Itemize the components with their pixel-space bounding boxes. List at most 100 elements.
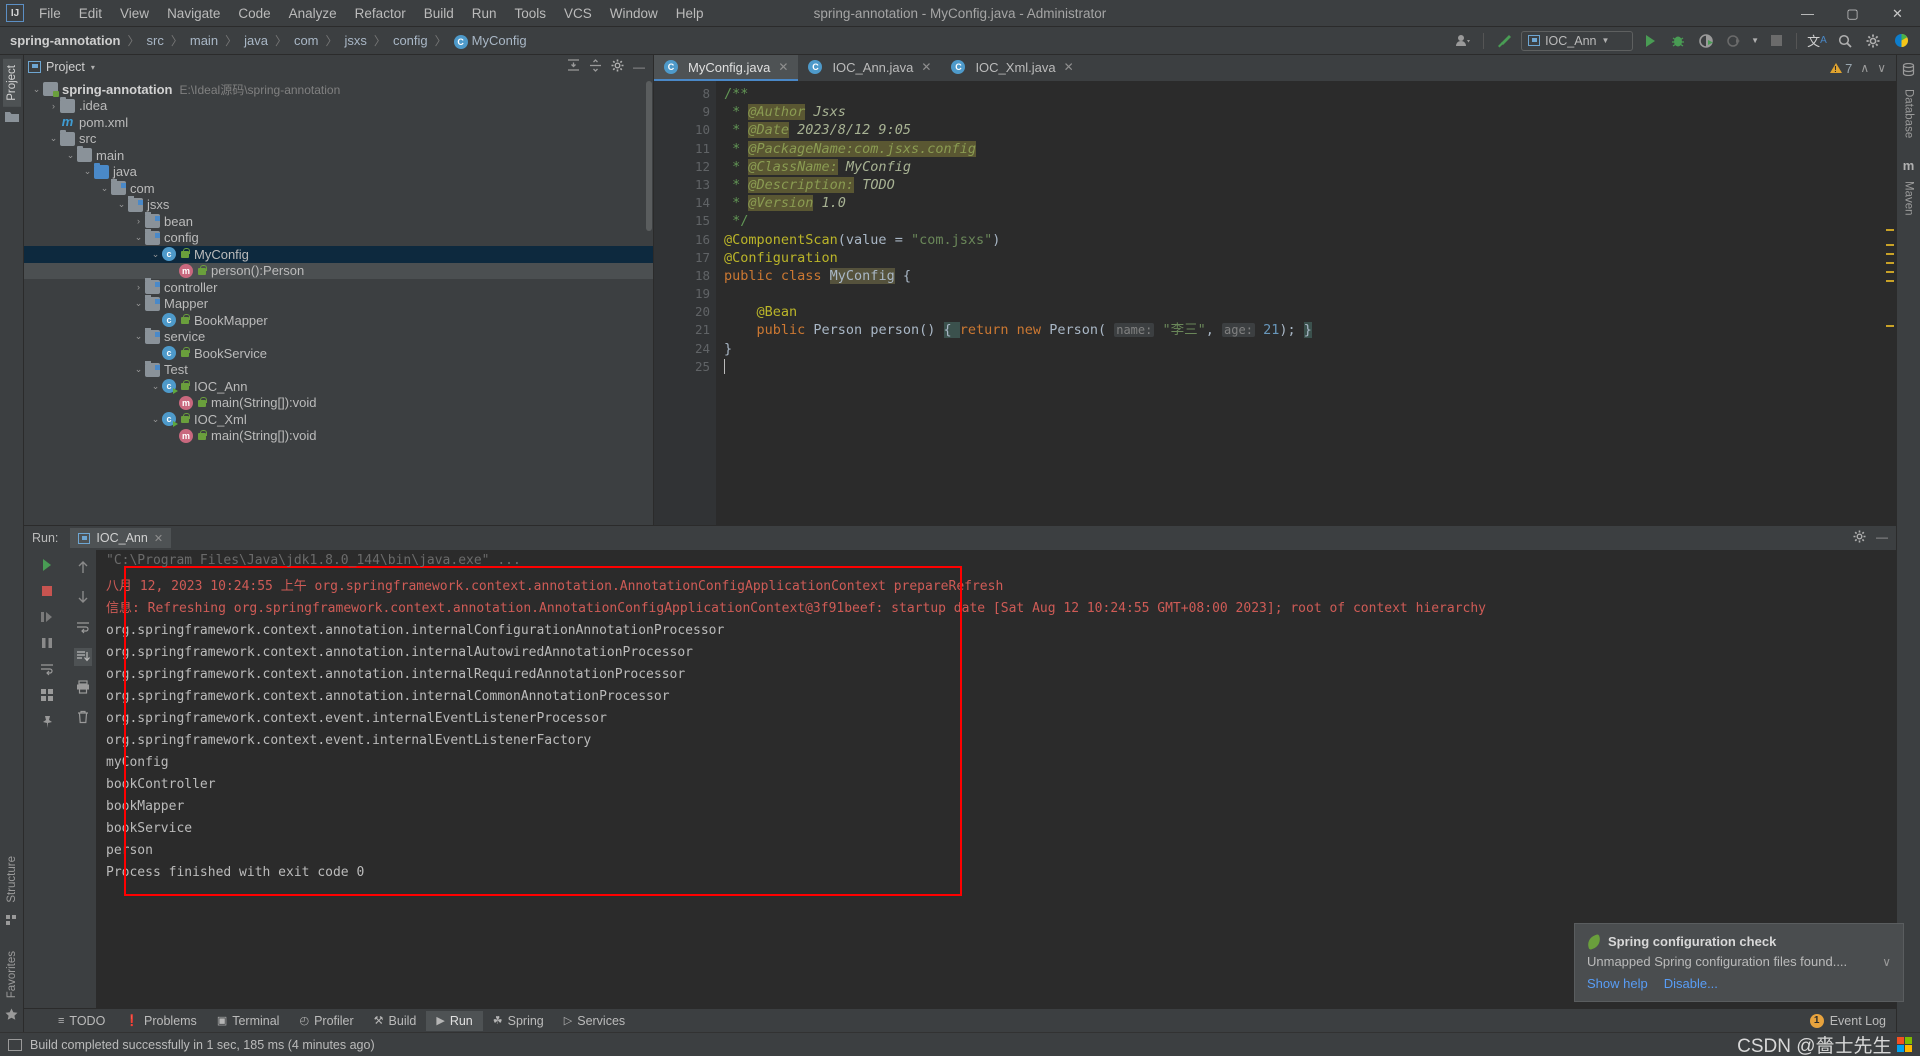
error-stripe-marker[interactable]	[1886, 271, 1894, 273]
hide-panel-icon[interactable]: —	[633, 60, 645, 74]
notification-popup[interactable]: Spring configuration check Unmapped Spri…	[1574, 923, 1904, 1002]
maximize-button[interactable]: ▢	[1830, 0, 1875, 27]
sidebar-item-database[interactable]: Database	[1900, 83, 1918, 144]
event-log-button[interactable]: Event Log	[1830, 1014, 1886, 1028]
collapse-all-icon[interactable]	[589, 59, 602, 75]
close-icon[interactable]: ✕	[1064, 60, 1074, 74]
chevron-down-icon[interactable]: ⌄	[64, 150, 77, 161]
resume-icon[interactable]	[38, 608, 56, 626]
user-settings-icon[interactable]	[1452, 30, 1474, 52]
breadcrumb-item-jsxs[interactable]: jsxs	[343, 33, 369, 48]
tree-node-config[interactable]: ⌄ config	[24, 228, 653, 247]
minimize-button[interactable]: —	[1785, 0, 1830, 27]
tree-node-main-string-void[interactable]: m main(String[]):void	[24, 395, 653, 412]
tree-node-main[interactable]: ⌄ main	[24, 146, 653, 164]
run-tab-ioc-ann[interactable]: IOC_Ann ✕	[70, 528, 172, 548]
tree-node-ioc-ann[interactable]: ⌄ c IOC_Ann	[24, 378, 653, 395]
breadcrumb-item-com[interactable]: com	[292, 33, 321, 48]
chevron-down-icon[interactable]: ⌄	[115, 199, 128, 210]
chevron-down-icon[interactable]: ⌄	[132, 364, 145, 375]
build-hammer-icon[interactable]	[1493, 30, 1515, 52]
translate-icon[interactable]: 文A	[1806, 30, 1828, 52]
tool-window-spring[interactable]: ☘ Spring	[483, 1011, 554, 1031]
menu-item-run[interactable]: Run	[463, 2, 506, 25]
code-editor[interactable]: 8 9 10 11 12 13 14 15 16 17 18 19 20 21 24 25 /** * @Au…	[654, 81, 1896, 525]
project-tree-scrollbar[interactable]	[646, 81, 652, 231]
prev-problem-icon[interactable]: ∧	[1860, 61, 1869, 75]
scroll-to-end-icon[interactable]	[74, 648, 92, 666]
chevron-down-icon[interactable]: ⌄	[81, 166, 94, 177]
stop-icon[interactable]	[38, 582, 56, 600]
scroll-up-icon[interactable]	[74, 558, 92, 576]
soft-wrap-toggle-icon[interactable]	[74, 618, 92, 636]
menu-item-analyze[interactable]: Analyze	[280, 2, 346, 25]
tool-window-build[interactable]: ⚒ Build	[364, 1011, 427, 1031]
tool-window-services[interactable]: ▷ Services	[554, 1011, 635, 1031]
tree-node-com[interactable]: ⌄ com	[24, 179, 653, 197]
project-tree[interactable]: ⌄ spring-annotation E:\Ideal源码\spring-anno…	[24, 79, 653, 525]
error-stripe-marker[interactable]	[1886, 280, 1894, 282]
search-everywhere-icon[interactable]	[1834, 30, 1856, 52]
rerun-icon[interactable]	[38, 556, 56, 574]
chevron-down-icon[interactable]: ⌄	[149, 414, 162, 425]
expand-all-icon[interactable]	[567, 59, 580, 75]
tree-node-bean[interactable]: › bean	[24, 212, 653, 230]
ide-feature-icon[interactable]	[1890, 30, 1912, 52]
menu-item-refactor[interactable]: Refactor	[346, 2, 415, 25]
run-icon[interactable]	[1639, 30, 1661, 52]
trash-icon[interactable]	[74, 708, 92, 726]
menu-item-tools[interactable]: Tools	[506, 2, 556, 25]
sidebar-item-maven[interactable]: Maven	[1900, 175, 1918, 222]
run-coverage-icon[interactable]	[1695, 30, 1717, 52]
code-text[interactable]: /** * @Author Jsxs * @Date 2023/8/12 9:0…	[716, 81, 1884, 525]
sidebar-item-project[interactable]: Project	[2, 59, 21, 107]
chevron-right-icon[interactable]: ›	[132, 216, 145, 226]
error-stripe-marker[interactable]	[1886, 244, 1894, 246]
menu-item-vcs[interactable]: VCS	[555, 2, 601, 25]
chevron-right-icon[interactable]: ›	[132, 282, 145, 292]
menu-item-help[interactable]: Help	[667, 2, 713, 25]
chevron-down-icon[interactable]: ⌄	[98, 183, 111, 194]
tree-node-ioc-xml[interactable]: ⌄ c IOC_Xml	[24, 411, 653, 428]
chevron-down-icon[interactable]: ⌄	[149, 249, 162, 260]
menu-item-navigate[interactable]: Navigate	[158, 2, 229, 25]
tree-node-person-person[interactable]: m person():Person	[24, 262, 653, 279]
menu-item-build[interactable]: Build	[415, 2, 463, 25]
breadcrumb-item-java[interactable]: java	[242, 33, 270, 48]
close-icon[interactable]: ✕	[921, 60, 931, 74]
scroll-down-icon[interactable]	[74, 588, 92, 606]
profile-icon[interactable]	[1723, 30, 1745, 52]
chevron-down-icon[interactable]: ⌄	[132, 331, 145, 342]
close-button[interactable]: ✕	[1875, 0, 1920, 27]
tree-node-bookmapper[interactable]: c BookMapper	[24, 312, 653, 329]
menu-item-window[interactable]: Window	[601, 2, 667, 25]
grid-icon[interactable]	[38, 686, 56, 704]
editor-tab-ioc-xml-java[interactable]: C IOC_Xml.java ✕	[941, 55, 1083, 81]
tree-node-src[interactable]: ⌄ src	[24, 129, 653, 148]
chevron-down-icon[interactable]: ⌄	[47, 133, 60, 144]
tree-node-mapper[interactable]: ⌄ Mapper	[24, 294, 653, 313]
tree-node-service[interactable]: ⌄ service	[24, 327, 653, 346]
breadcrumb-item-main[interactable]: main	[188, 33, 220, 48]
run-configuration-selector[interactable]: IOC_Ann ▼	[1521, 30, 1634, 51]
tree-node-main-string-void[interactable]: m main(String[]):void	[24, 428, 653, 445]
chevron-down-icon[interactable]: ⌄	[30, 84, 43, 95]
chevron-right-icon[interactable]: ›	[47, 101, 60, 111]
show-help-link[interactable]: Show help	[1587, 976, 1648, 991]
tree-node-spring-annotation[interactable]: ⌄ spring-annotation E:\Ideal源码\spring-anno…	[24, 81, 653, 98]
breadcrumb-item-config[interactable]: config	[391, 33, 430, 48]
tool-window-profiler[interactable]: ◴ Profiler	[289, 1011, 363, 1031]
settings-gear-icon[interactable]	[611, 59, 624, 75]
settings-gear-icon[interactable]	[1853, 530, 1866, 546]
editor-tab-myconfig-java[interactable]: C MyConfig.java ✕	[654, 55, 799, 81]
tree-node-bookservice[interactable]: c BookService	[24, 345, 653, 362]
chevron-down-icon[interactable]: ⌄	[149, 381, 162, 392]
close-icon[interactable]: ✕	[778, 60, 788, 74]
breadcrumb-item-spring-annotation[interactable]: spring-annotation	[8, 33, 123, 48]
tree-node-test[interactable]: ⌄ Test	[24, 360, 653, 379]
sidebar-item-favorites[interactable]: Favorites	[3, 945, 21, 1004]
tree-node-pom-xml[interactable]: m pom.xml	[24, 114, 653, 131]
menu-item-edit[interactable]: Edit	[70, 2, 111, 25]
pin-icon[interactable]	[38, 712, 56, 730]
tree-node-jsxs[interactable]: ⌄ jsxs	[24, 195, 653, 214]
